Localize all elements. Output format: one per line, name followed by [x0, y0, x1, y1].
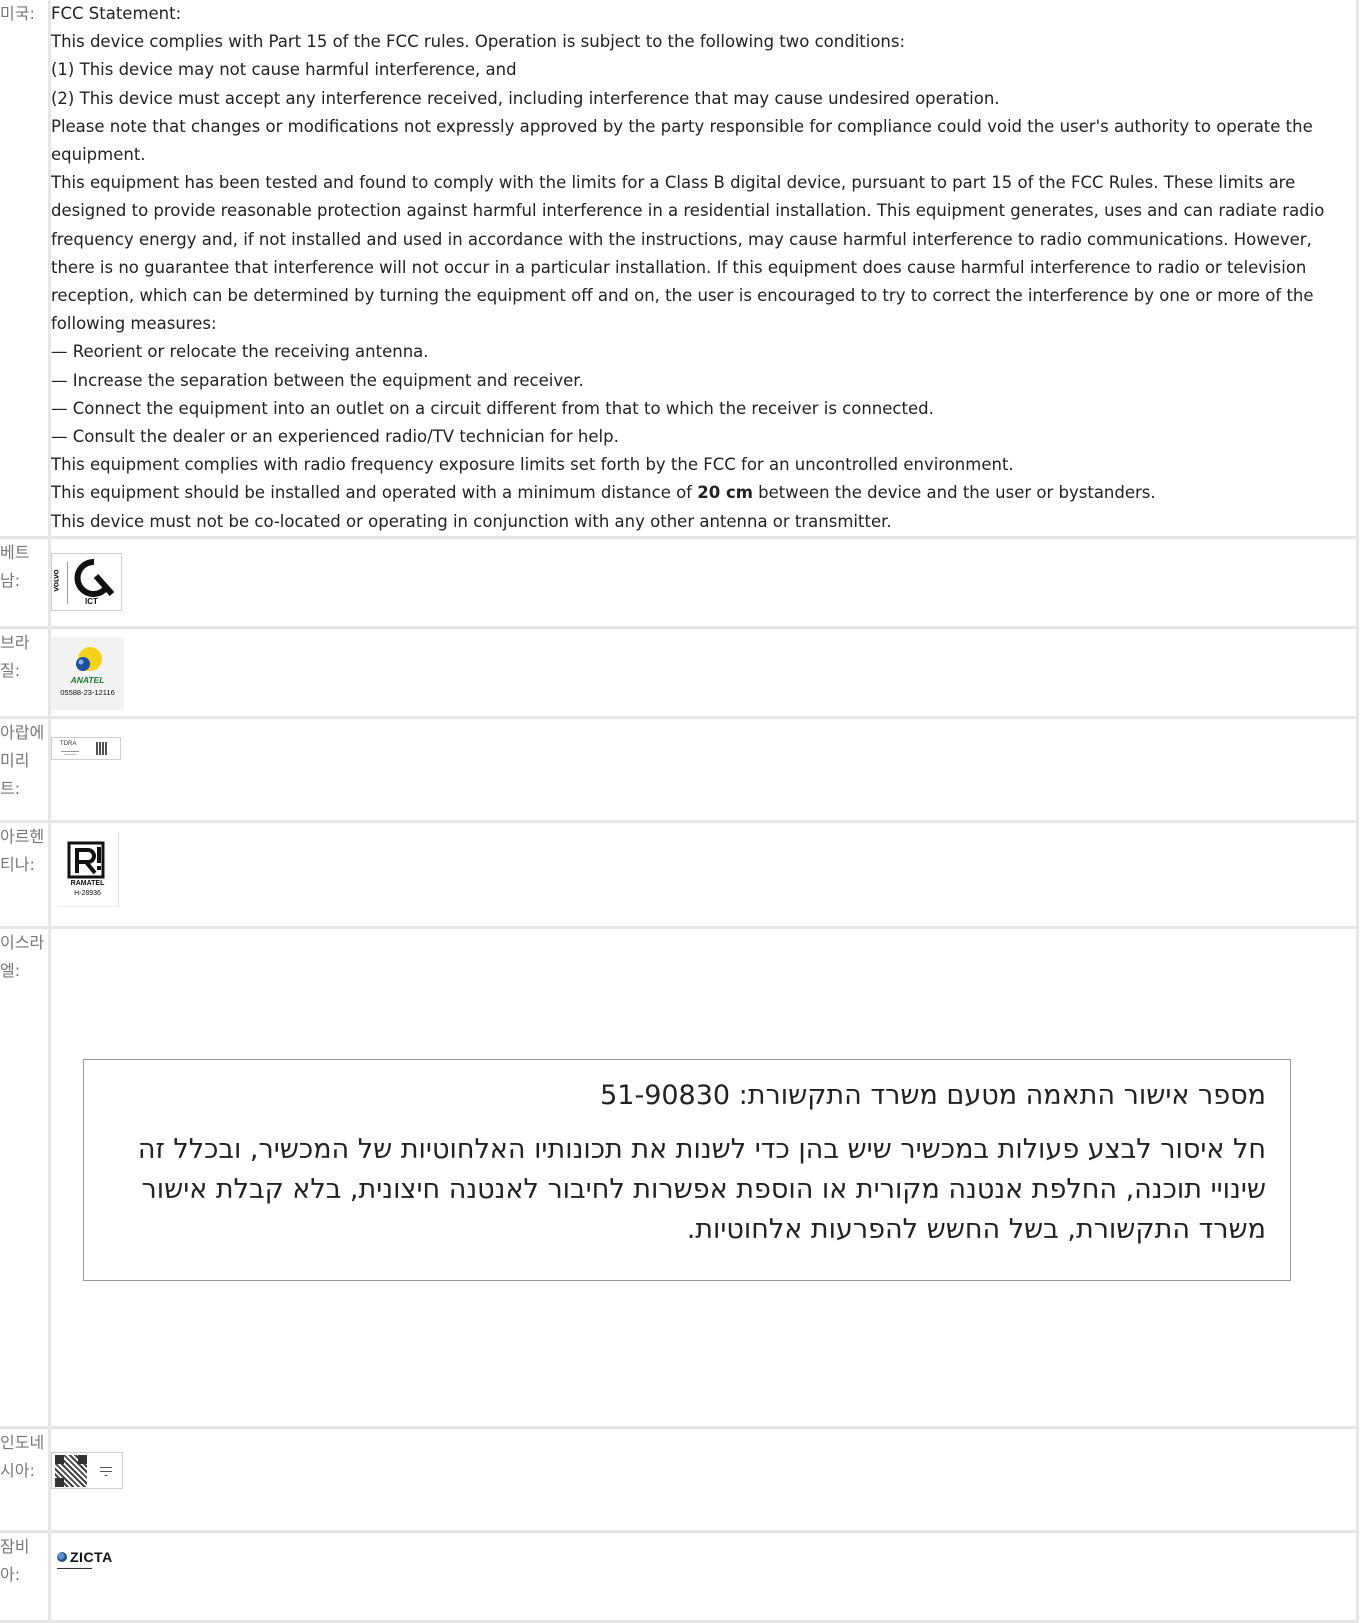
distance-value: 20 cm — [697, 483, 753, 503]
anatel-name: ANATEL — [70, 674, 105, 685]
country-label: 미국: — [0, 0, 51, 539]
row-usa: 미국: FCC Statement: This device complies … — [0, 0, 1359, 539]
israel-approval-line: מספר אישור התאמה מטעם משרד התקשורת: 51-9… — [600, 1079, 1266, 1111]
fcc-statement: FCC Statement: This device complies with… — [48, 0, 1359, 539]
country-label: 아랍에미리트: — [0, 715, 51, 823]
fcc-line: This equipment has been tested and found… — [51, 173, 1325, 334]
tdra-name: TDRA — [60, 740, 77, 747]
fcc-line: — Connect the equipment into an outlet o… — [51, 398, 934, 418]
ict-cr-mark-icon — [74, 558, 115, 597]
country-label: 이스라엘: — [0, 925, 51, 1429]
israel-prohibition-text: חל איסור לבצע פעולות במכשיר שיש בהן כדי … — [137, 1133, 1266, 1245]
anatel-certification-logo: ANATEL 05588-23-12116 — [51, 636, 124, 710]
fcc-line: (1) This device may not cause harmful in… — [51, 60, 517, 80]
fcc-line: (2) This device must accept any interfer… — [51, 88, 1000, 108]
ramatel-name: RAMATEL — [70, 879, 105, 887]
ramatel-certification-logo: RAMATEL H-28936 — [57, 832, 119, 907]
ramatel-r-mark-icon — [67, 841, 105, 879]
distance-before: This equipment should be installed and o… — [51, 483, 698, 503]
row-argentina: 아르헨티나: RAMATEL H-28936 — [0, 819, 1359, 929]
anatel-number: 05588-23-12116 — [60, 687, 115, 697]
israel-notice-box: מספר אישור התאמה מטעם משרד התקשורת: 51-9… — [83, 1058, 1291, 1281]
row-uae: 아랍에미리트: TDRA — [0, 715, 1359, 823]
indonesia-certification-label: ▬▬▬▬ ▬▬▬▬ ▬ — [51, 1451, 123, 1489]
country-label: 잠비아: — [0, 1529, 51, 1623]
fcc-line: — Consult the dealer or an experienced r… — [51, 427, 619, 447]
zicta-name: ZICTA — [70, 1548, 113, 1565]
ict-label: ICT — [85, 596, 98, 606]
country-label: 베트남: — [0, 535, 51, 629]
row-israel: 이스라엘: מספר אישור התאמה מטעם משרד התקשורת… — [0, 925, 1359, 1429]
tdra-certification-logo: TDRA — [51, 736, 121, 760]
fcc-line: This device must not be co-located or op… — [51, 511, 892, 531]
fcc-line: Please note that changes or modification… — [51, 116, 1313, 165]
qr-code-icon — [55, 1454, 87, 1487]
distance-after: between the device and the user or bysta… — [752, 483, 1156, 503]
fcc-line: This device complies with Part 15 of the… — [51, 32, 906, 52]
country-label: 인도네시아: — [0, 1425, 51, 1533]
regulatory-table: 미국: FCC Statement: This device complies … — [0, 0, 1359, 1623]
fcc-line: This equipment complies with radio frequ… — [51, 455, 1014, 475]
fcc-line: — Reorient or relocate the receiving ant… — [51, 342, 429, 362]
row-brazil: 브라질: ANATEL 05588-23-12116 — [0, 625, 1359, 719]
fcc-line: — Increase the separation between the eq… — [51, 370, 584, 390]
ramatel-number: H-28936 — [74, 889, 101, 897]
row-indonesia: 인도네시아: ▬▬▬▬ ▬▬▬▬ ▬ — [0, 1425, 1359, 1533]
row-vietnam: 베트남: VOLVO ICT — [0, 535, 1359, 629]
fcc-line: FCC Statement: — [51, 4, 182, 23]
country-label: 브라질: — [0, 625, 51, 719]
anatel-globe-icon — [76, 646, 102, 671]
country-label: 아르헨티나: — [0, 819, 51, 929]
ict-side-text: VOLVO — [53, 569, 61, 592]
fcc-distance-line: This equipment should be installed and o… — [51, 479, 1356, 507]
row-zambia: 잠비아: ZICTA ▬▬▬▬▬▬▬▬▬▬ — [0, 1529, 1359, 1623]
qr-code-icon — [96, 741, 108, 755]
zicta-certification-logo: ZICTA ▬▬▬▬▬▬▬▬▬▬ — [57, 1548, 113, 1570]
zicta-emblem-icon — [57, 1551, 67, 1562]
ict-certification-logo: VOLVO ICT — [51, 552, 122, 611]
